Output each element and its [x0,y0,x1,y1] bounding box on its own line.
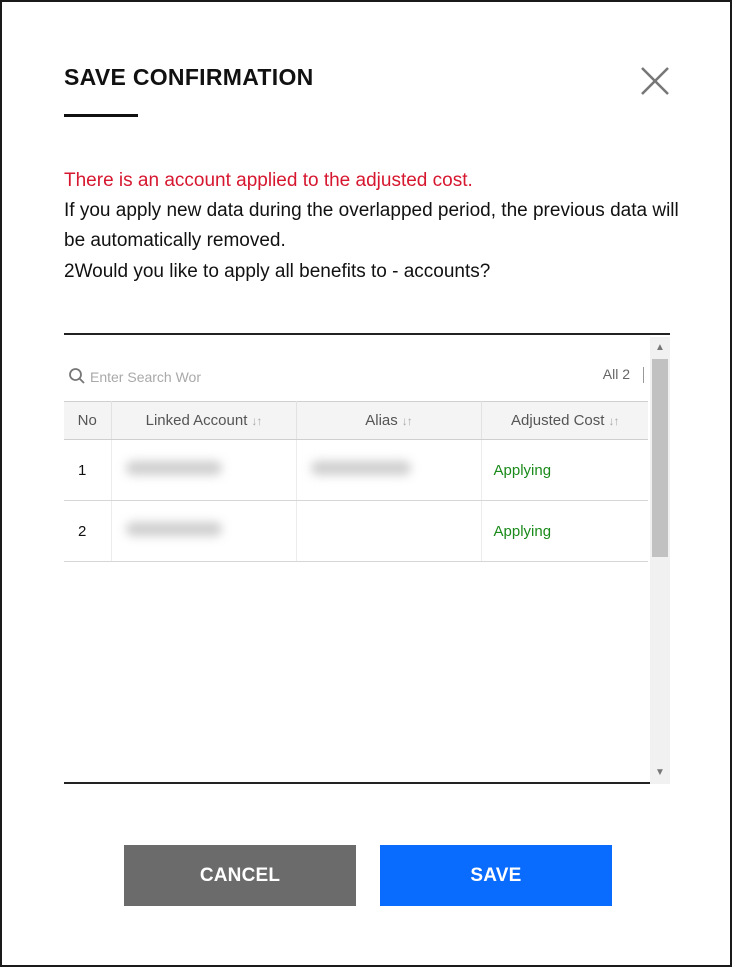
redacted-alias [310,461,411,475]
column-header-adjusted-cost[interactable]: Adjusted Cost ↓↑ [481,401,648,440]
row-number: 2 [64,500,112,562]
linked-account-cell [111,439,297,501]
column-header-alias[interactable]: Alias ↓↑ [296,401,482,440]
alias-cell [296,439,482,501]
status-cell: Applying [481,500,648,562]
overlap-message: If you apply new data during the overlap… [64,200,679,251]
row-number: 1 [64,439,112,501]
sort-icon[interactable]: ↓↑ [608,414,619,428]
close-icon [641,67,669,95]
dialog-title: SAVE CONFIRMATION [64,64,314,90]
table-row[interactable]: 2 Applying [64,500,648,562]
status-cell: Applying [481,439,648,501]
close-button[interactable] [638,64,672,98]
accounts-table: No Linked Account ↓↑ Alias ↓↑ Adjusted Cos… [64,401,648,562]
sort-icon[interactable]: ↓↑ [251,414,262,428]
title-underline [64,114,138,117]
column-header-linked-account[interactable]: Linked Account ↓↑ [111,401,297,440]
redacted-account-id [125,461,222,475]
column-header-no: No [64,401,112,440]
sort-icon[interactable]: ↓↑ [402,414,413,428]
search-row: All 2 [64,357,648,397]
apply-question: 2Would you like to apply all benefits to… [64,261,491,282]
search-icon [69,368,85,384]
scroll-down-arrow-icon[interactable]: ▼ [650,764,670,782]
table-row[interactable]: 1 Applying [64,439,648,501]
total-count: All 2 [602,366,630,382]
warning-message: There is an account applied to the adjus… [64,170,473,191]
vertical-scrollbar[interactable]: ▲ ▼ [650,337,670,784]
accounts-table-panel: All 2 No Linked Account↓↑ Alias↓↑ Adjust… [64,333,670,784]
scroll-up-arrow-icon[interactable]: ▲ [650,339,670,357]
alias-cell [296,500,482,562]
save-button[interactable]: SAVE [380,845,612,906]
redacted-account-id [125,522,222,536]
table-header-row: No Linked Account ↓↑ Alias ↓↑ Adjusted Cos… [64,401,648,440]
linked-account-cell [111,500,297,562]
save-confirmation-dialog: SAVE CONFIRMATION There is an account ap… [0,0,732,967]
count-divider [643,367,644,383]
scroll-thumb[interactable] [652,359,668,557]
cancel-button[interactable]: CANCEL [124,845,356,906]
search-input[interactable] [90,365,220,389]
